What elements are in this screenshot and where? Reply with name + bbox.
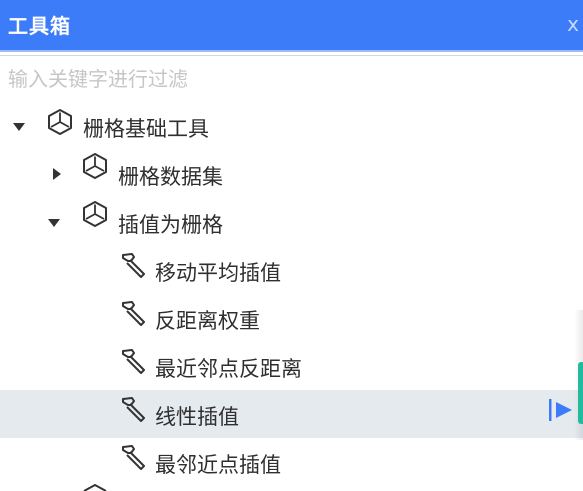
tree-leaf-label: 反距离权重 [155,309,260,333]
tree-node-interpolate-to-raster[interactable]: 插值为栅格 [0,198,583,246]
hammer-icon [122,445,145,470]
cube-icon [83,201,107,227]
tree-node-raster-dataset[interactable]: 栅格数据集 [0,150,583,198]
tree-leaf-label: 最邻近点插值 [155,453,281,477]
expand-arrow-icon[interactable] [48,219,60,227]
side-panel-edge [578,362,583,424]
filter-divider [0,55,583,56]
tree-node-raster-basic-tools[interactable]: 栅格基础工具 [0,102,583,150]
tree-leaf-label: 移动平均插值 [155,261,281,285]
title-divider [0,50,583,52]
hammer-icon [122,301,145,326]
tree-leaf-moving-average[interactable]: 移动平均插值 [0,246,583,294]
collapse-arrow-icon[interactable] [53,168,61,180]
tree-leaf-label: 线性插值 [155,405,239,429]
window-title: 工具箱 [8,14,71,38]
run-icon[interactable] [547,395,577,425]
tree-leaf-nearest-inverse-distance[interactable]: 最近邻点反距离 [0,342,583,390]
tree-node-label: 栅格数据集 [118,165,223,189]
cube-icon [48,109,72,135]
tree-leaf-label: 最近邻点反距离 [155,357,302,381]
close-icon[interactable]: x [567,14,579,34]
tree-leaf-inverse-distance-weight[interactable]: 反距离权重 [0,294,583,342]
filter-input[interactable] [8,63,568,95]
tree-node-label: 插值为栅格 [118,213,223,237]
tree-node-label: 栅格基础工具 [83,117,209,141]
title-bar: 工具箱 x [0,0,583,50]
cube-icon [83,153,107,179]
cube-icon [83,484,107,491]
expand-arrow-icon[interactable] [13,123,25,131]
hammer-icon [122,349,145,374]
tree-leaf-linear-interpolation[interactable]: 线性插值 [0,390,583,438]
hammer-icon [122,397,145,422]
hammer-icon [122,253,145,278]
tree-leaf-nearest-neighbor[interactable]: 最邻近点插值 [0,438,583,486]
